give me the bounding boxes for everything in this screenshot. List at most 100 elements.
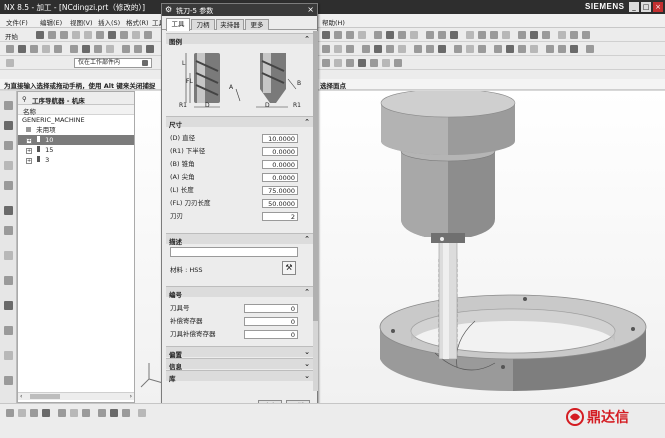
chevron-up-icon[interactable]: ⌃ xyxy=(304,35,310,43)
lighting-icon[interactable] xyxy=(542,31,550,39)
scroll-left-icon[interactable]: ‹ xyxy=(20,393,22,400)
resource-more-icon[interactable] xyxy=(4,376,13,385)
measure-distance-icon[interactable] xyxy=(110,409,118,417)
intersect-icon[interactable] xyxy=(478,45,486,53)
create-program-icon[interactable] xyxy=(6,45,14,53)
history-icon[interactable] xyxy=(4,181,13,190)
snap-point-icon[interactable] xyxy=(358,59,366,67)
menu-view[interactable]: 视图(V) xyxy=(70,17,93,27)
csys-icon[interactable] xyxy=(82,409,90,417)
section-tracking[interactable]: 偏置 ⌄ xyxy=(166,346,313,359)
snap-tangent-icon[interactable] xyxy=(382,59,390,67)
menu-format[interactable]: 格式(R) xyxy=(126,17,149,27)
extrude-icon[interactable] xyxy=(362,45,370,53)
tree-row-machine[interactable]: GENERIC_MACHINE xyxy=(18,115,134,125)
dropdown-arrow-icon[interactable] xyxy=(142,60,148,66)
copy-icon[interactable] xyxy=(84,31,92,39)
offset-icon[interactable] xyxy=(518,45,526,53)
adjust-register-input[interactable]: 0 xyxy=(244,317,298,326)
layer-icon[interactable] xyxy=(410,31,418,39)
sketch-icon[interactable] xyxy=(322,45,330,53)
blend-icon[interactable] xyxy=(414,45,422,53)
close-icon[interactable]: × xyxy=(307,5,314,14)
flute-length-input[interactable]: 50.0000 xyxy=(262,199,298,208)
perspective-icon[interactable] xyxy=(530,31,538,39)
flutes-input[interactable]: 2 xyxy=(262,212,298,221)
background-icon[interactable] xyxy=(518,31,526,39)
feature-more-icon[interactable] xyxy=(570,45,578,53)
subtract-icon[interactable] xyxy=(466,45,474,53)
view-orient-icon[interactable] xyxy=(398,31,406,39)
open-icon[interactable] xyxy=(48,31,56,39)
color-icon[interactable] xyxy=(490,31,498,39)
snap-end-icon[interactable] xyxy=(322,59,330,67)
measure-angle-icon[interactable] xyxy=(122,409,130,417)
snap-mid-icon[interactable] xyxy=(334,59,342,67)
datum-icon[interactable] xyxy=(98,409,106,417)
quick-pick-icon[interactable] xyxy=(18,409,26,417)
chevron-down-icon[interactable]: ⌄ xyxy=(304,360,310,368)
tab-holder[interactable]: 夹持器 xyxy=(216,19,244,30)
pan-icon[interactable] xyxy=(358,31,366,39)
gear-icon[interactable]: ⚙ xyxy=(165,5,172,14)
create-tool-icon[interactable] xyxy=(18,45,26,53)
lower-radius-input[interactable]: 0.0000 xyxy=(262,147,298,156)
undo-icon[interactable] xyxy=(108,31,116,39)
taper-angle-input[interactable]: 0.0000 xyxy=(262,160,298,169)
chevron-up-icon[interactable]: ⌃ xyxy=(304,235,310,243)
tab-shank[interactable]: 刀柄 xyxy=(191,19,215,30)
roles-icon[interactable] xyxy=(4,276,13,285)
web-browser-icon[interactable] xyxy=(4,206,13,215)
diameter-input[interactable]: 10.0000 xyxy=(262,134,298,143)
dialog-scrollbar[interactable] xyxy=(313,31,318,391)
rotate-icon[interactable] xyxy=(346,31,354,39)
new-icon[interactable] xyxy=(36,31,44,39)
delete-icon[interactable] xyxy=(132,31,140,39)
expand-icon[interactable]: + xyxy=(26,138,32,144)
palette-icon[interactable] xyxy=(4,226,13,235)
operation-nav-icon[interactable] xyxy=(4,351,13,360)
render-icon[interactable] xyxy=(478,31,486,39)
tree-row-tool-10[interactable]: + 10 xyxy=(18,135,134,145)
paste-icon[interactable] xyxy=(96,31,104,39)
tree-row-unused[interactable]: 未用项 xyxy=(18,125,134,135)
info-icon[interactable] xyxy=(138,409,146,417)
display-icon[interactable] xyxy=(570,31,578,39)
zoom-icon[interactable] xyxy=(334,31,342,39)
chevron-down-icon[interactable]: ⌄ xyxy=(304,348,310,356)
hole-icon[interactable] xyxy=(386,45,394,53)
length-input[interactable]: 75.0000 xyxy=(262,186,298,195)
sync-model-icon[interactable] xyxy=(546,45,554,53)
tab-tool[interactable]: 工具 xyxy=(166,18,190,31)
analysis-icon[interactable] xyxy=(450,31,458,39)
column-header-name[interactable]: 名称 xyxy=(18,105,134,116)
cue-line-icon[interactable] xyxy=(6,409,14,417)
chevron-up-icon[interactable]: ⌃ xyxy=(304,118,310,126)
create-operation-icon[interactable] xyxy=(54,45,62,53)
dialog-scroll-thumb[interactable] xyxy=(313,31,318,321)
wireframe-icon[interactable] xyxy=(386,31,394,39)
create-method-icon[interactable] xyxy=(42,45,50,53)
section-numbering[interactable]: 编号 ⌃ xyxy=(166,286,313,299)
grid-icon[interactable] xyxy=(558,31,566,39)
minimize-button[interactable]: _ xyxy=(629,2,639,12)
point-construct-icon[interactable] xyxy=(42,409,50,417)
chevron-down-icon[interactable]: ⌄ xyxy=(304,372,310,380)
snap-intersect-icon[interactable] xyxy=(370,59,378,67)
close-button[interactable]: × xyxy=(653,2,663,12)
method-view-icon[interactable] xyxy=(106,45,114,53)
measure-icon[interactable] xyxy=(438,31,446,39)
unite-icon[interactable] xyxy=(454,45,462,53)
tip-angle-input[interactable]: 0.0000 xyxy=(262,173,298,182)
save-icon[interactable] xyxy=(60,31,68,39)
menu-file[interactable]: 文件(F) xyxy=(6,17,28,27)
shaded-icon[interactable] xyxy=(374,31,382,39)
horizontal-scrollbar[interactable]: ‹ › xyxy=(18,392,134,400)
geometry-view-icon[interactable] xyxy=(94,45,102,53)
tool-number-input[interactable]: 0 xyxy=(244,304,298,313)
section-size[interactable]: 尺寸 ⌃ xyxy=(166,116,313,129)
tree-row-tool-15[interactable]: + 15 xyxy=(18,145,134,155)
machine-tool-nav-icon[interactable] xyxy=(4,326,13,335)
find-icon[interactable] xyxy=(144,31,152,39)
mirror-icon[interactable] xyxy=(506,45,514,53)
